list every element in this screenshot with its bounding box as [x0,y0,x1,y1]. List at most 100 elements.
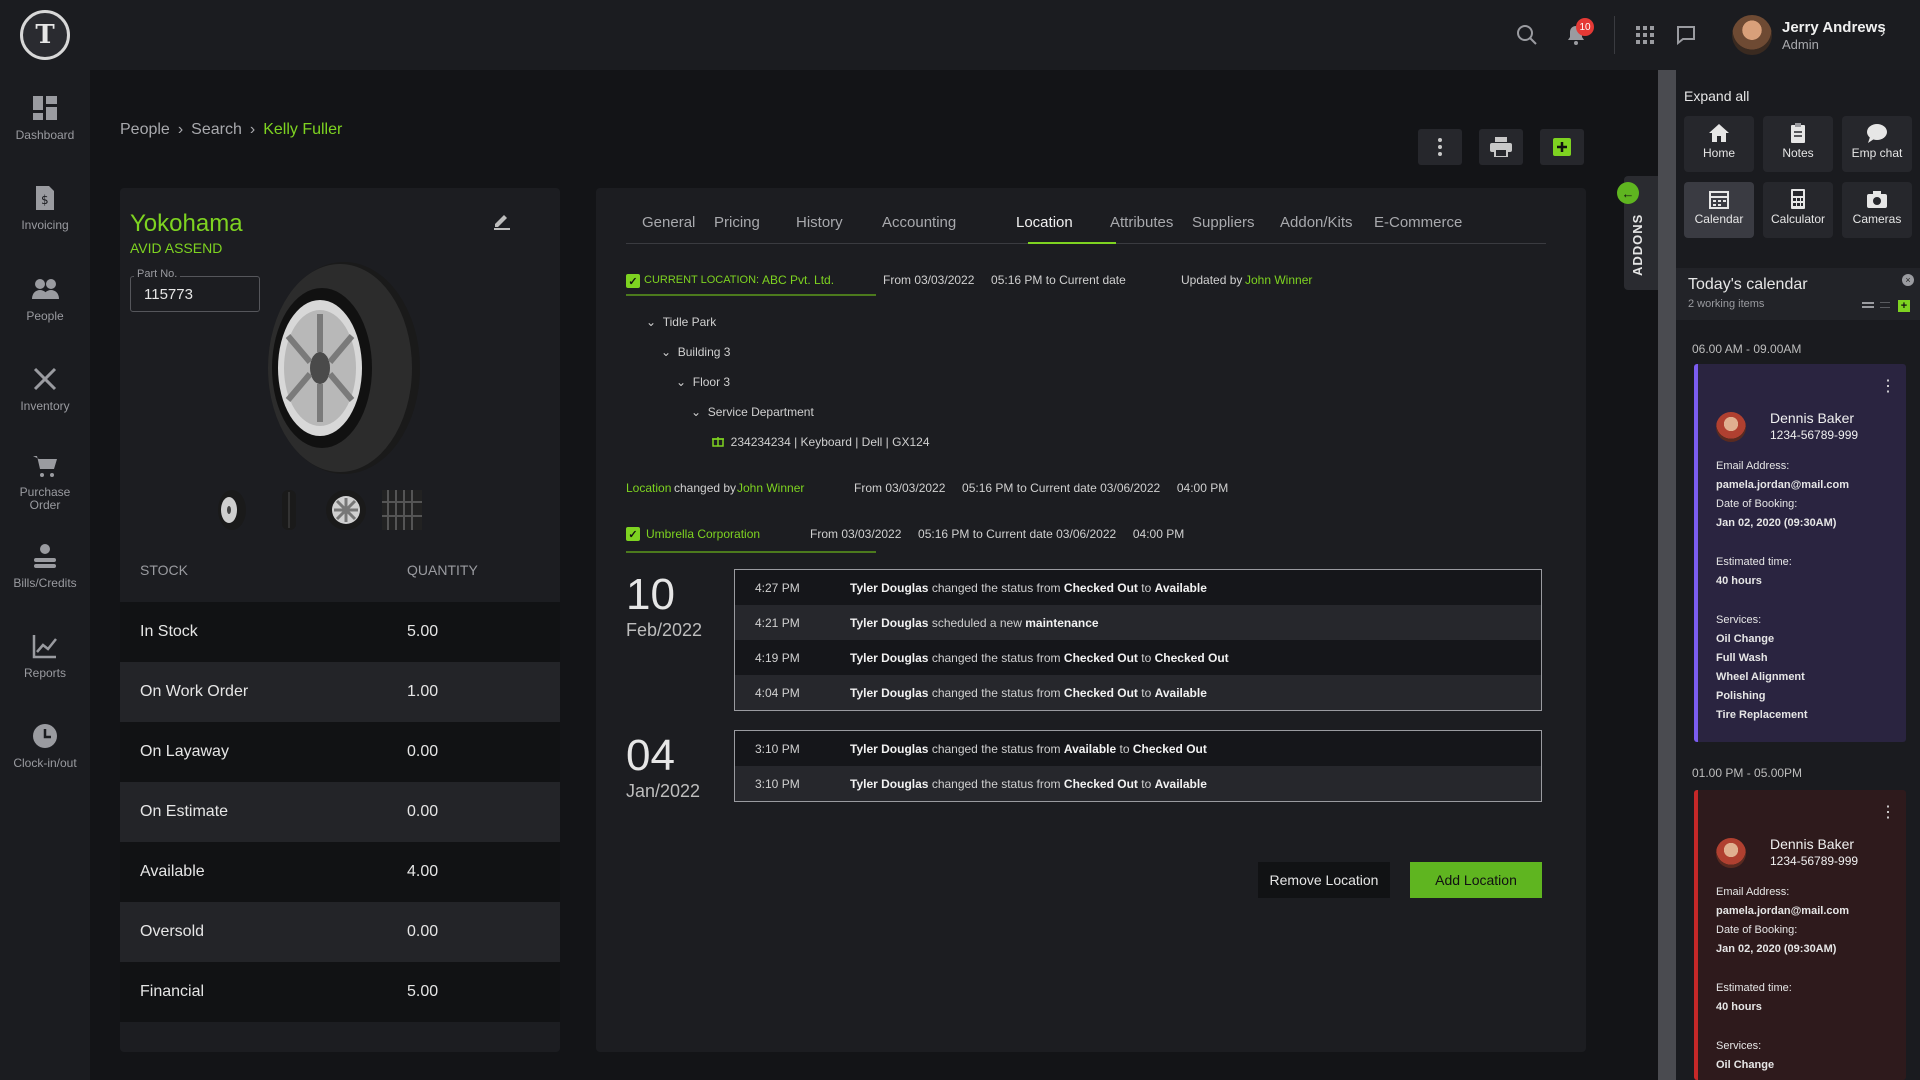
sidebar-item-inventory[interactable]: Inventory [0,365,90,413]
add-button[interactable] [1540,129,1584,165]
tree-node-department[interactable]: ⌄ Service Department [691,405,814,419]
updated-by-user[interactable]: John Winner [1245,273,1312,287]
part-number-value[interactable]: 115773 [144,286,193,303]
vertical-dots-icon[interactable]: ⋮ [1880,376,1896,396]
add-location-button[interactable]: Add Location [1410,862,1542,898]
avatar[interactable] [1732,15,1772,55]
table-row: Oversold 0.00 [120,902,560,962]
log-row: 3:10 PM Tyler Douglas changed the status … [735,731,1541,766]
product-brand: Yokohama [130,210,243,237]
breadcrumb-people[interactable]: People [120,121,170,139]
tire-thumbnail-side[interactable] [210,488,254,532]
tire-thumbnail-front[interactable] [268,488,312,532]
log-row: 4:21 PM Tyler Douglas scheduled a new mai… [735,605,1541,640]
tab-location[interactable]: Location [1016,214,1073,231]
tab-accounting[interactable]: Accounting [882,214,956,231]
quick-cameras-button[interactable]: Cameras [1842,182,1912,238]
sidebar-item-reports[interactable]: Reports [0,632,90,680]
location-link[interactable]: Location [626,481,671,495]
breadcrumb-current: Kelly Fuller [263,121,343,138]
quick-calculator-button[interactable]: Calculator [1763,182,1833,238]
tree-node-floor[interactable]: ⌄ Floor 3 [676,375,730,389]
current-location-checkbox[interactable]: ✓ [626,274,640,288]
close-icon[interactable]: × [1902,274,1914,286]
tools-icon [33,367,57,391]
speech-bubble-icon [1867,124,1887,143]
sidebar-item-clock[interactable]: Clock-in/out [0,722,90,770]
more-options-button[interactable] [1418,129,1462,165]
compact-view-icon[interactable] [1880,302,1890,308]
user-role: Admin [1782,37,1819,52]
breadcrumb-search[interactable]: Search [191,121,242,139]
addons-panel: Expand all Home Notes Emp chat Calendar … [1676,70,1920,1080]
list-view-icon[interactable] [1862,302,1874,308]
tab-pricing[interactable]: Pricing [714,214,760,231]
sidebar-item-purchase-order[interactable]: Purchase Order [0,452,90,512]
tab-history[interactable]: History [796,214,843,231]
chevron-right-icon: › [177,121,184,138]
tire-thumbnail-tread[interactable] [380,488,424,532]
quick-calendar-button[interactable]: Calendar [1684,182,1754,238]
notification-badge: 10 [1576,18,1594,36]
tree-node-park[interactable]: ⌄ Tidle Park [646,315,716,329]
quick-notes-button[interactable]: Notes [1763,116,1833,172]
home-icon [1709,124,1729,142]
chart-icon [32,635,57,659]
tree-node-building[interactable]: ⌄ Building 3 [661,345,730,359]
print-button[interactable] [1479,129,1523,165]
appointment-card[interactable]: ⋮ Dennis Baker 1234-56789-999 Email Addr… [1694,364,1906,742]
user-name[interactable]: Jerry Andrews [1782,19,1886,36]
expand-all-link[interactable]: Expand all [1684,88,1749,104]
tab-ecommerce[interactable]: E-Commerce [1374,214,1462,231]
log-row: 3:10 PM Tyler Douglas changed the status … [735,766,1541,801]
chevron-right-icon: › [249,121,256,138]
svg-text:$: $ [41,193,49,207]
umbrella-checkbox[interactable]: ✓ [626,527,640,541]
remove-location-button[interactable]: Remove Location [1258,862,1390,898]
tab-attributes[interactable]: Attributes [1110,214,1173,231]
tab-addon-kits[interactable]: Addon/Kits [1280,214,1353,231]
vertical-dots-icon[interactable]: ⋮ [1880,802,1896,822]
table-row: On Work Order 1.00 [120,662,560,722]
current-location-range: From 03/03/2022 05:16 PM to Current date [883,273,1126,287]
tab-general[interactable]: General [642,214,695,231]
chat-icon[interactable] [1673,22,1699,48]
add-event-icon[interactable]: + [1898,300,1910,312]
section-divider [626,551,876,553]
plus-square-icon [1553,138,1571,156]
top-divider [1614,16,1615,54]
tire-image[interactable] [260,258,420,478]
active-tab-indicator [1028,242,1116,244]
tree-node-asset[interactable]: 234234234 | Keyboard | Dell | GX124 [712,435,930,449]
tire-thumbnail-wheel[interactable] [324,488,368,532]
scrollbar[interactable] [1658,70,1676,1080]
quantity-column-header: QUANTITY [407,562,478,578]
sidebar-item-bills-credits[interactable]: Bills/Credits [0,542,90,590]
printer-icon [1490,137,1512,157]
collapse-arrow-icon[interactable]: ← [1617,182,1639,204]
log-month: Jan/2022 [626,781,701,801]
search-icon[interactable] [1514,22,1540,48]
pencil-icon[interactable] [492,210,512,230]
chevron-right-icon[interactable]: › [1880,24,1885,42]
changed-by-user[interactable]: John Winner [737,481,804,495]
quick-emp-chat-button[interactable]: Emp chat [1842,116,1912,172]
calendar-header: Today's calendar 2 working items × + [1676,268,1920,320]
appointment-card[interactable]: ⋮ Dennis Baker 1234-56789-999 Email Addr… [1694,790,1906,1080]
sidebar-item-invoicing[interactable]: $ Invoicing [0,184,90,232]
sidebar-item-dashboard[interactable]: Dashboard [0,94,90,142]
stock-table-header: STOCK QUANTITY [120,550,560,590]
chevron-down-icon: ⌄ [661,345,672,359]
table-row: On Layaway 0.00 [120,722,560,782]
current-location-value[interactable]: ABC Pvt. Ltd. [762,273,834,287]
umbrella-location-name[interactable]: Umbrella Corporation [646,527,760,541]
apps-grid-icon[interactable] [1632,22,1658,48]
log-day: 10 [626,570,675,619]
breadcrumb: People › Search › Kelly Fuller [120,121,342,139]
app-logo[interactable]: T [20,10,70,60]
dashboard-icon [33,96,57,120]
tab-suppliers[interactable]: Suppliers [1192,214,1255,231]
sidebar-item-people[interactable]: People [0,275,90,323]
location-card: General Pricing History Accounting Locat… [596,188,1586,1052]
quick-home-button[interactable]: Home [1684,116,1754,172]
